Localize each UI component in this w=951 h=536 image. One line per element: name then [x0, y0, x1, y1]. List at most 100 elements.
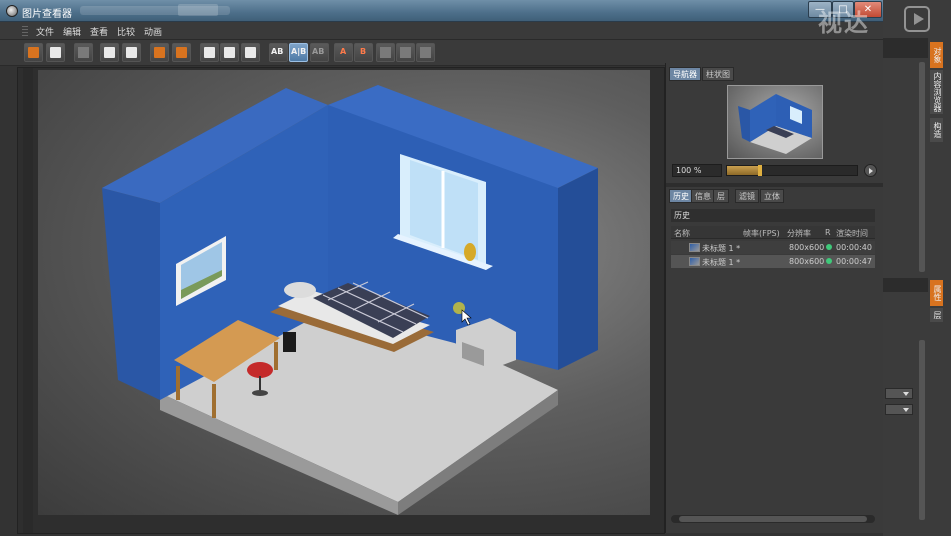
render-icon	[104, 47, 115, 58]
set-b-label: B	[360, 47, 367, 56]
tab-history[interactable]: 历史	[669, 189, 693, 203]
tab-content-browser[interactable]: 内容浏览器	[930, 70, 943, 114]
tab-info[interactable]: 信息	[691, 189, 715, 203]
zoom-play-button[interactable]	[864, 164, 877, 177]
render-button[interactable]	[100, 43, 119, 62]
right-panel: 导航器 柱状图 100 % 历史 信息 层 滤镜 立体 历史 名称 帧率(FPS…	[665, 63, 884, 533]
bg-dropdown[interactable]	[885, 404, 913, 415]
menu-grip-icon	[22, 26, 28, 36]
set-b-button[interactable]: B	[354, 43, 373, 62]
menu-file[interactable]: 文件	[36, 25, 54, 38]
history-tabs: 历史 信息 层 滤镜 立体	[669, 189, 789, 203]
copy-button[interactable]	[150, 43, 169, 62]
menu-view[interactable]: 查看	[90, 25, 108, 38]
tab-structure[interactable]: 构造	[930, 118, 943, 142]
tab-histogram[interactable]: 柱状图	[702, 67, 734, 81]
frame-icon	[204, 47, 215, 58]
zoom-value-field[interactable]: 100 %	[672, 164, 722, 177]
bg-attr-toolbar	[883, 278, 928, 292]
tab-stereo[interactable]: 立体	[760, 189, 784, 203]
image-viewport[interactable]	[17, 67, 665, 534]
layout-button-2[interactable]	[396, 43, 415, 62]
rendered-image	[38, 70, 650, 515]
bg-scrollbar-2[interactable]	[919, 340, 925, 520]
layout-button-3[interactable]	[416, 43, 435, 62]
frame-save-button[interactable]	[220, 43, 239, 62]
bg-dropdown[interactable]	[885, 388, 913, 399]
ab-split-label: A|B	[291, 47, 307, 56]
menu-edit[interactable]: 编辑	[63, 25, 81, 38]
ab-split-button[interactable]: A|B	[289, 43, 308, 62]
history-section-label: 历史	[671, 209, 875, 222]
layout-grid-icon	[420, 47, 431, 58]
tab-layer[interactable]: 层	[930, 308, 943, 322]
layout-button-1[interactable]	[376, 43, 395, 62]
picture-viewer-app: 图片查看器 — □ ✕ 文件 编辑 查看 比较 动画 AB A|B AB A B	[0, 0, 951, 536]
history-name: 未标题 1 *	[702, 258, 741, 267]
navigator-tabs: 导航器 柱状图	[669, 67, 749, 81]
tab-objects[interactable]: 对象	[930, 42, 943, 68]
set-a-label: A	[340, 47, 347, 56]
history-resolution: 800x600	[789, 243, 825, 252]
copy-alt-button[interactable]	[172, 43, 191, 62]
status-dot-icon	[826, 244, 832, 250]
group-button[interactable]	[241, 43, 260, 62]
watermark-text: 视达	[818, 9, 870, 37]
status-dot-icon	[826, 258, 832, 264]
bg-scrollbar[interactable]	[919, 62, 925, 272]
viewport-scrollbar[interactable]	[23, 68, 33, 533]
left-wall-face	[102, 188, 160, 400]
open-image-button[interactable]	[24, 43, 43, 62]
grid-button[interactable]	[74, 43, 93, 62]
tab-attributes[interactable]: 属性	[930, 280, 943, 306]
tab-navigator[interactable]: 导航器	[669, 67, 701, 81]
open-image-icon	[28, 47, 39, 58]
menu-bar: 文件 编辑 查看 比较 动画	[0, 22, 885, 40]
grid-icon	[78, 47, 89, 58]
group-icon	[245, 47, 256, 58]
layout-icon	[380, 47, 391, 58]
person-icon	[126, 47, 137, 58]
save-image-button[interactable]	[46, 43, 65, 62]
history-name: 未标题 1 *	[702, 244, 741, 253]
tab-layers[interactable]: 层	[713, 189, 729, 203]
history-time: 00:00:47	[836, 257, 872, 266]
zoom-slider-knob[interactable]	[757, 165, 762, 176]
menu-compare[interactable]: 比较	[117, 25, 135, 38]
history-horizontal-scrollbar[interactable]	[671, 515, 875, 523]
history-time: 00:00:40	[836, 243, 872, 252]
scrollbar-thumb[interactable]	[679, 516, 867, 522]
ab-compare-button[interactable]: AB	[269, 43, 288, 62]
person-button[interactable]	[122, 43, 141, 62]
watermark-play-icon	[904, 6, 930, 32]
panel-divider[interactable]	[666, 183, 884, 187]
zoom-slider[interactable]	[726, 165, 858, 176]
ab-label: AB	[271, 47, 284, 56]
background-app-edge: 对象 内容浏览器 构造 属性 层	[883, 0, 951, 536]
col-name[interactable]: 名称	[674, 228, 690, 239]
ab-swap-button[interactable]: AB	[310, 43, 329, 62]
history-row-selected[interactable]: 未标题 1 * 800x600 00:00:47	[671, 255, 875, 268]
navigator-preview	[738, 94, 812, 154]
vase	[464, 243, 476, 261]
frame-save-icon	[224, 47, 235, 58]
col-render-time[interactable]: 渲染时间	[836, 228, 868, 239]
menu-animation[interactable]: 动画	[144, 25, 162, 38]
col-fps[interactable]: 帧率(FPS)	[743, 228, 780, 239]
title-bar[interactable]: 图片查看器 — □ ✕	[0, 0, 885, 22]
col-r[interactable]: R	[825, 228, 831, 237]
tab-filters[interactable]: 滤镜	[735, 189, 759, 203]
chair-base	[252, 390, 268, 396]
navigator-thumbnail[interactable]	[727, 85, 823, 159]
zoom-row: 100 %	[672, 164, 878, 177]
layout-alt-icon	[400, 47, 411, 58]
blurred-tab	[178, 4, 218, 16]
history-resolution: 800x600	[789, 257, 825, 266]
app-icon	[6, 5, 18, 17]
chair-seat	[247, 362, 273, 378]
set-a-button[interactable]: A	[334, 43, 353, 62]
col-resolution[interactable]: 分辨率	[787, 228, 811, 239]
history-row[interactable]: 未标题 1 * 800x600 00:00:40	[671, 241, 875, 254]
frame-button[interactable]	[200, 43, 219, 62]
ab-swap-label: AB	[312, 47, 325, 56]
